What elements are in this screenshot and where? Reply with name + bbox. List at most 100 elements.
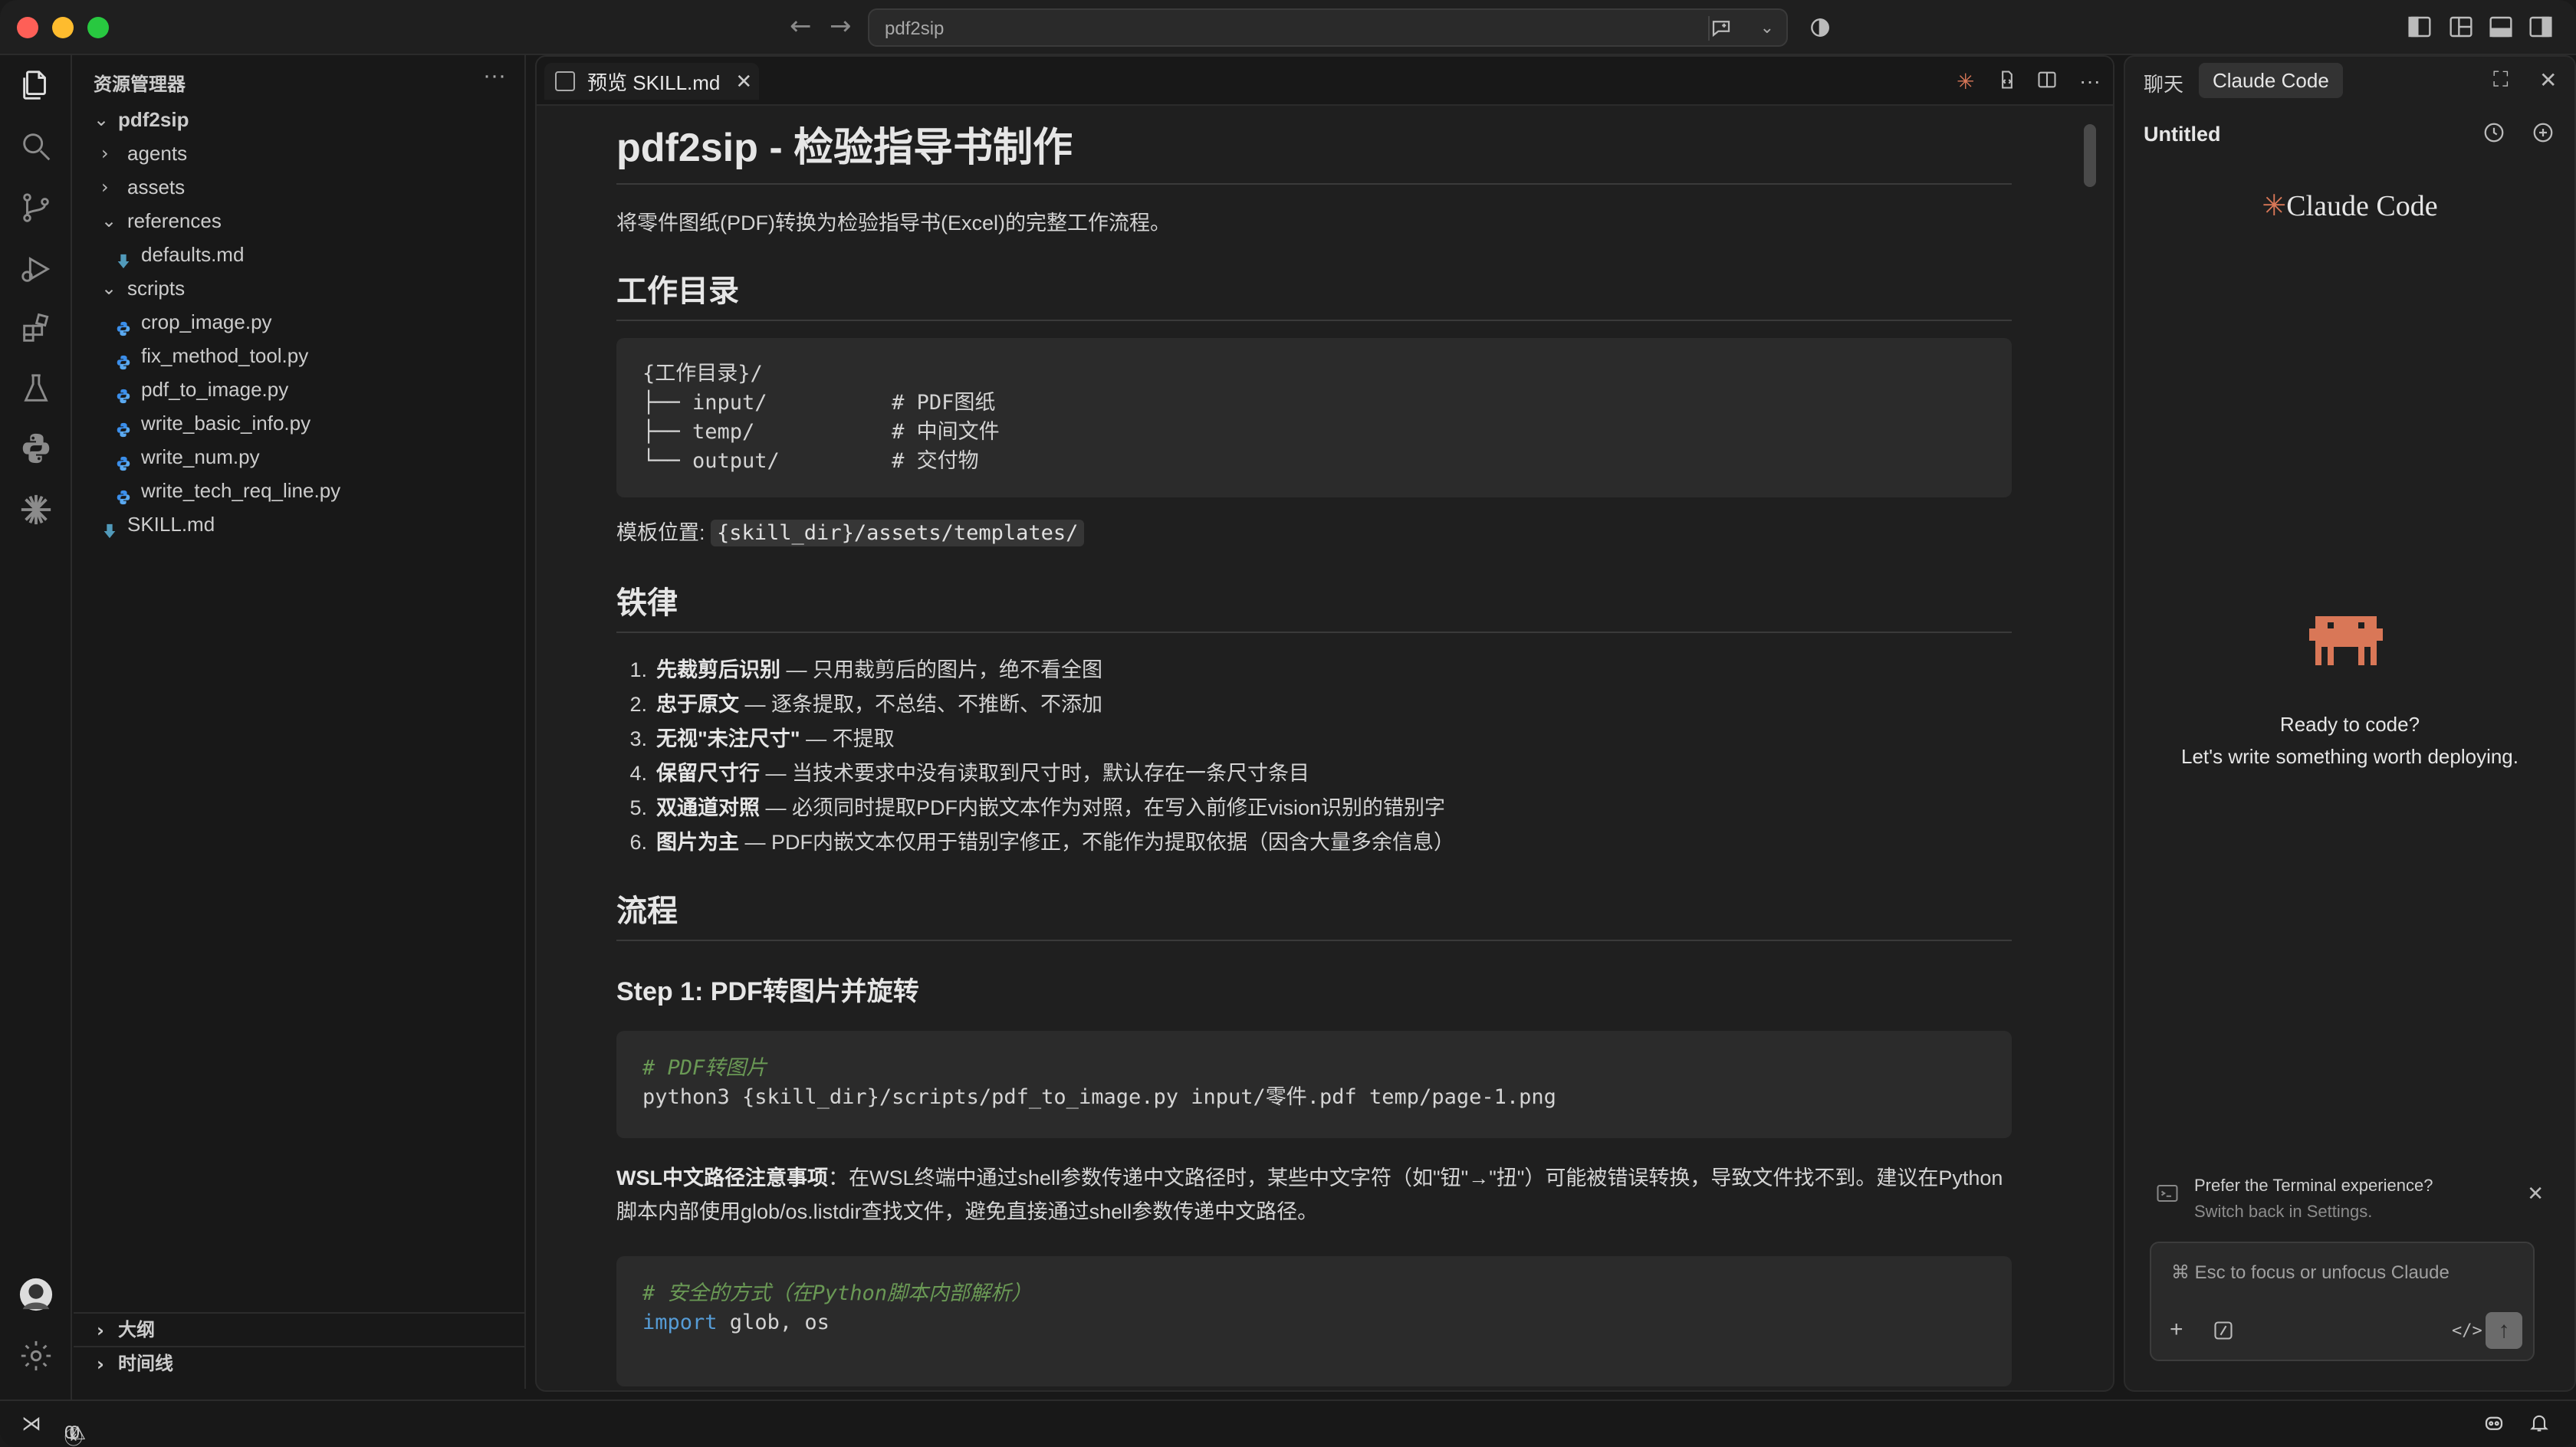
history-icon[interactable] [2482,121,2505,149]
preview-icon [555,71,575,91]
command-center-search[interactable]: pdf2sip ⌄ [868,8,1788,47]
timeline-section[interactable]: › 时间线 [74,1346,524,1380]
python-file-icon [115,313,132,336]
rule-item: 2. 忠于原文 — 逐条提取，不总结、不推断、不添加 [629,693,1103,716]
source-control-icon[interactable] [15,187,57,228]
python-file-icon [115,448,132,471]
tree-file[interactable]: write_num.py [74,440,524,474]
claude-code-logo: ✳Claude Code [2262,189,2438,222]
dismiss-notice-icon[interactable]: ✕ [2527,1182,2544,1206]
add-attachment-icon[interactable]: + [2170,1317,2183,1343]
safe-codeblock: # 安全的方式（在Python脚本内部解析） import glob, os [616,1256,2012,1386]
close-icon[interactable]: ✕ [2539,67,2557,93]
maximize-icon[interactable]: ⛶ [2493,67,2509,93]
copilot-icon[interactable] [2482,1412,2505,1439]
intro-paragraph: 将零件图纸(PDF)转换为检验指导书(Excel)的完整工作流程。 [616,212,1171,235]
account-avatar[interactable] [15,1274,57,1315]
tree-file[interactable]: defaults.md [74,238,524,271]
more-actions-icon[interactable]: ··· [483,63,506,89]
heading-step1: Step 1: PDF转图片并旋转 [616,977,919,1006]
app-window: ← → pdf2sip ⌄ 资源管理器 ··· ⌄ pdf2sip › agen… [0,0,2576,1447]
extensions-icon[interactable] [15,308,57,349]
tab-preview-skill-md[interactable]: 预览 SKILL.md ✕ [544,63,759,100]
python-file-icon [115,347,132,370]
chevron-down-icon: ⌄ [94,109,110,130]
heading-workdir: 工作目录 [616,266,2012,321]
chevron-down-icon[interactable]: ⌄ [1760,18,1774,38]
tree-file[interactable]: crop_image.py [74,305,524,339]
bell-icon[interactable] [2528,1412,2550,1439]
zoom-window-button[interactable] [87,17,109,38]
status-bar: ⋊ ⓧ 0 ⚠ 0 [0,1399,2576,1447]
markdown-file-icon [115,246,132,269]
run-debug-icon[interactable] [15,248,57,290]
search-icon[interactable] [15,126,57,167]
heading-rules: 铁律 [616,578,2012,633]
chevron-right-icon: › [97,1353,104,1375]
chat-icon[interactable] [1710,17,1733,45]
code-icon[interactable]: </> [2452,1321,2482,1340]
tab-claude-code[interactable]: Claude Code [2199,63,2343,98]
tree-file[interactable]: SKILL.md [74,507,524,541]
tree-file[interactable]: write_tech_req_line.py [74,474,524,507]
customize-layout-icon[interactable] [2449,15,2473,38]
claude-spark-icon[interactable]: ✳ [1957,69,1974,94]
template-location: 模板位置: {skill_dir}/assets/templates/ [616,516,2012,550]
chevron-right-icon: › [97,1320,104,1341]
claude-code-icon[interactable] [15,489,57,530]
testing-icon[interactable] [15,368,57,409]
toggle-panel-icon[interactable] [2489,15,2513,38]
rules-list: 1. 先裁剪后识别 — 只用裁剪后的图片，绝不看全图 2. 忠于原文 — 逐条提取，不… [616,653,2012,860]
chevron-down-icon: ⌄ [101,210,117,231]
slash-command-icon[interactable] [2213,1320,2234,1347]
python-file-icon [115,415,132,438]
template-path-code: {skill_dir}/assets/templates/ [711,520,1085,546]
tree-folder[interactable]: ⌄ scripts [74,271,524,305]
explorer-icon[interactable] [15,64,57,106]
copilot-status-icon[interactable] [1808,15,1832,38]
tree-folder[interactable]: › assets [74,170,524,204]
new-chat-icon[interactable] [2532,121,2555,149]
claude-mascot-icon [2309,609,2383,677]
step1-codeblock: # PDF转图片 python3 {skill_dir}/scripts/pdf… [616,1031,2012,1138]
editor-area: 预览 SKILL.md ✕ ✳ ··· pdf2sip - 检验指导书制作 将零… [535,55,2114,1392]
tab-bar: 预览 SKILL.md ✕ ✳ ··· [537,57,2113,106]
forward-arrow-icon[interactable]: → [830,11,852,41]
workdir-codeblock: {工作目录}/ ├── input/ # PDF图纸 ├── temp/ # 中… [616,338,2012,497]
chat-input[interactable]: ⌘ Esc to focus or unfocus Claude + </> ↑ [2150,1242,2535,1361]
chevron-right-icon: › [101,176,109,198]
wsl-note: WSL中文路径注意事项：在WSL终端中通过shell参数传递中文路径时，某些中文… [616,1166,2003,1223]
terminal-icon [2156,1183,2179,1207]
claude-star-icon: ✳ [2262,189,2287,222]
tree-folder[interactable]: ⌄ references [74,204,524,238]
chevron-right-icon: › [101,143,109,164]
sidebar-title: 资源管理器 [94,74,186,95]
send-button[interactable]: ↑ [2486,1312,2522,1349]
rule-item: 4. 保留尺寸行 — 当技术要求中没有读取到尺寸时，默认存在一条尺寸条目 [629,762,1310,785]
close-window-button[interactable] [17,17,38,38]
tab-chat[interactable]: 聊天 [2144,69,2183,97]
remote-icon[interactable]: ⋊ [21,1412,41,1436]
scrollbar-thumb[interactable] [2084,124,2096,187]
python-file-icon [115,482,132,505]
tree-file[interactable]: write_basic_info.py [74,406,524,440]
open-source-icon[interactable] [1996,69,2018,96]
toggle-secondary-sidebar-icon[interactable] [2528,15,2553,38]
close-icon[interactable]: ✕ [735,70,752,94]
tree-folder[interactable]: › agents [74,136,524,170]
more-actions-icon[interactable]: ··· [2079,69,2101,94]
gear-icon[interactable] [15,1335,57,1376]
rule-item: 1. 先裁剪后识别 — 只用裁剪后的图片，绝不看全图 [629,658,1103,681]
tree-root[interactable]: ⌄ pdf2sip [74,103,524,136]
tree-file[interactable]: fix_method_tool.py [74,339,524,372]
split-editor-icon[interactable] [2036,69,2058,96]
explorer-sidebar: 资源管理器 ··· ⌄ pdf2sip › agents › assets ⌄ refer… [74,55,526,1389]
toggle-primary-sidebar-icon[interactable] [2407,15,2432,38]
problems-indicator[interactable]: ⓧ 0 ⚠ 0 [64,1412,86,1447]
outline-section[interactable]: › 大纲 [74,1312,524,1346]
back-arrow-icon[interactable]: ← [790,11,812,41]
tree-file[interactable]: pdf_to_image.py [74,372,524,406]
minimize-window-button[interactable] [52,17,74,38]
python-icon[interactable] [15,428,57,469]
rule-item: 5. 双通道对照 — 必须同时提取PDF内嵌文本作为对照，在写入前修正vision… [629,796,1446,819]
